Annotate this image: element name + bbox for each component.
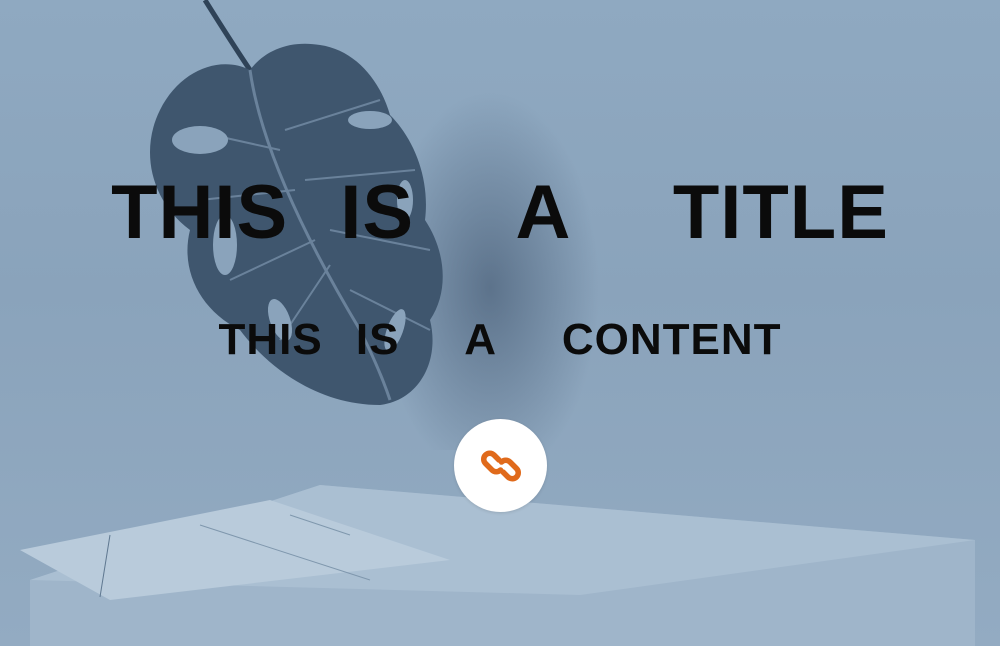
link-button[interactable]	[454, 419, 547, 512]
link-icon	[480, 450, 521, 481]
hero-section: THIS IS A TITLE THIS IS A CONTENT	[0, 0, 1000, 646]
hero-title: THIS IS A TITLE	[111, 170, 889, 255]
hero-content: THIS IS A CONTENT	[218, 315, 782, 364]
